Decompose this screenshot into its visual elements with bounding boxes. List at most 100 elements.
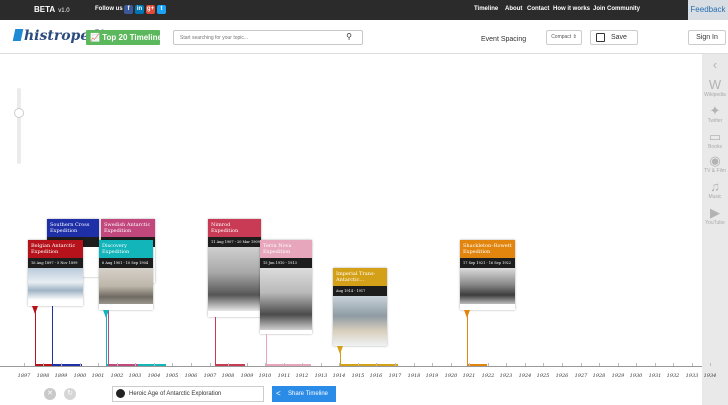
sidebar-item-label: Twitter <box>707 118 723 124</box>
timeline-name-field[interactable]: Heroic Age of Antarctic Exploration <box>112 386 264 402</box>
feedback-button[interactable]: Feedback <box>688 0 728 20</box>
axis-year-label: 1897 <box>17 373 31 379</box>
axis-year-label: 1912 <box>295 373 309 379</box>
share-icon: < <box>276 389 281 398</box>
linkedin-icon[interactable]: in <box>135 5 144 14</box>
axis-tick <box>543 363 544 366</box>
sidebar-item-wikipedia[interactable]: W Wikipedia <box>702 78 728 99</box>
axis-year-label: 1916 <box>369 373 383 379</box>
nav-contact[interactable]: Contact <box>527 6 549 12</box>
sidebar-item-back[interactable]: ‹ <box>702 58 728 72</box>
axis-tick <box>488 363 489 366</box>
save-disk-icon <box>596 33 605 42</box>
sidebar-item-label: Wikipedia <box>704 92 726 98</box>
top20-button[interactable]: 📈 Top 20 Timelines <box>86 30 166 45</box>
event-title: Belgian Antarctic Expedition <box>28 240 83 258</box>
event-pin-line <box>106 310 107 366</box>
axis-tick <box>43 363 44 366</box>
sidebar-item-youtube[interactable]: ▶ YouTube <box>702 206 728 227</box>
event-image <box>28 268 83 300</box>
event-date: 17 Sep 1921 - 16 Sep 1922 <box>460 258 515 268</box>
zoom-slider-track[interactable] <box>17 88 21 164</box>
event-spacing-select[interactable]: Compact ⇕ <box>546 30 582 45</box>
search-input[interactable] <box>174 31 334 44</box>
undo-button[interactable]: ✕ <box>44 388 56 400</box>
axis-tick <box>451 363 452 366</box>
event-card-belgian-antarctic[interactable]: Belgian Antarctic Expedition 16 Aug 1897 … <box>28 240 83 306</box>
axis-tick <box>673 363 674 366</box>
sidebar-item-music[interactable]: ♫ Music <box>702 180 728 201</box>
twitter-icon[interactable]: t <box>157 5 166 14</box>
event-image <box>333 296 387 346</box>
twitter-icon: ✦ <box>709 103 721 118</box>
event-card-nimrod[interactable]: Nimrod Expedition 11 Aug 1907 - 20 Mar 19… <box>208 219 261 317</box>
header: histropedia 📈 Top 20 Timelines ⚲ Event S… <box>0 20 728 54</box>
axis-year-label: 1933 <box>685 373 699 379</box>
version-label: v1.0 <box>58 8 70 14</box>
event-pin-marker <box>32 306 38 314</box>
axis-year-label: 1917 <box>388 373 402 379</box>
globe-icon <box>116 389 125 398</box>
event-pin-line <box>266 334 267 366</box>
event-title: Nimrod Expedition <box>208 219 261 237</box>
event-card-discovery[interactable]: Discovery Expedition 6 Aug 1901 - 10 Sep … <box>99 240 153 310</box>
axis-tick <box>135 363 136 366</box>
chart-icon: 📈 <box>90 33 100 42</box>
redo-button[interactable]: ↻ <box>64 388 76 400</box>
axis-tick <box>655 363 656 366</box>
axis-tick <box>117 363 118 366</box>
event-spacing-value: Compact <box>551 34 572 40</box>
axis-year-label: 1910 <box>258 373 272 379</box>
axis-tick <box>692 363 693 366</box>
axis-tick <box>191 363 192 366</box>
event-date: 15 Jun 1910 - 1913 <box>260 258 312 268</box>
axis-year-label: 1921 <box>462 373 476 379</box>
sidebar-item-books[interactable]: ▭ Books <box>702 129 728 151</box>
axis-year-label: 1927 <box>574 373 588 379</box>
zoom-slider-handle[interactable] <box>14 108 24 118</box>
event-card-shackleton-rowett[interactable]: Shackleton–Rowett Expedition 17 Sep 1921 … <box>460 240 515 310</box>
axis-year-label: 1899 <box>54 373 68 379</box>
sidebar-item-twitter[interactable]: ✦ Twitter <box>702 103 728 125</box>
axis-tick <box>506 363 507 366</box>
event-card-terra-nova[interactable]: Terra Nova Expedition 15 Jun 1910 - 1913 <box>260 240 312 334</box>
film-reel-icon: ◉ <box>709 153 721 168</box>
googleplus-icon[interactable]: g+ <box>146 5 155 14</box>
axis-tick <box>469 363 470 366</box>
sidebar-item-label: TV & Film <box>704 168 726 174</box>
axis-year-label: 1931 <box>648 373 662 379</box>
axis-tick <box>172 363 173 366</box>
logo-mark-icon <box>12 29 24 41</box>
share-timeline-button[interactable]: < Share Timeline <box>272 386 336 402</box>
nav-join-community[interactable]: Join Community <box>593 6 640 12</box>
axis-tick <box>265 363 266 366</box>
axis-year-label: 1911 <box>277 373 291 379</box>
search-box: ⚲ <box>173 30 363 45</box>
select-arrows-icon: ⇕ <box>572 34 577 40</box>
axis-year-label: 1914 <box>332 373 346 379</box>
axis-year-label: 1922 <box>481 373 495 379</box>
save-button[interactable]: Save <box>590 30 638 45</box>
axis-tick <box>395 363 396 366</box>
nav-timeline[interactable]: Timeline <box>474 6 498 12</box>
search-icon[interactable]: ⚲ <box>346 32 352 41</box>
sidebar-item-tv-film[interactable]: ◉ TV & Film <box>702 153 728 175</box>
timeline-axis <box>0 366 702 367</box>
facebook-icon[interactable]: f <box>124 5 133 14</box>
event-title: Shackleton–Rowett Expedition <box>460 240 515 258</box>
beta-badge: BETA v1.0 <box>34 5 70 14</box>
axis-tick <box>98 363 99 366</box>
sidebar-item-label: Books <box>708 144 722 150</box>
axis-year-label: 1923 <box>499 373 513 379</box>
sign-in-button[interactable]: Sign In <box>688 30 726 45</box>
book-icon: ▭ <box>708 129 722 144</box>
axis-tick <box>80 363 81 366</box>
event-date: 11 Aug 1907 - 20 Mar 1909 <box>208 237 261 247</box>
nav-how-it-works[interactable]: How it works <box>553 6 590 12</box>
axis-year-label: 1930 <box>629 373 643 379</box>
event-card-imperial-trans-antarctic[interactable]: Imperial Trans-Antarctic... Aug 1914 - 19… <box>333 268 387 346</box>
event-pin-line <box>215 317 216 366</box>
event-pin-line <box>35 306 36 366</box>
nav-about[interactable]: About <box>505 6 522 12</box>
axis-tick <box>562 363 563 366</box>
